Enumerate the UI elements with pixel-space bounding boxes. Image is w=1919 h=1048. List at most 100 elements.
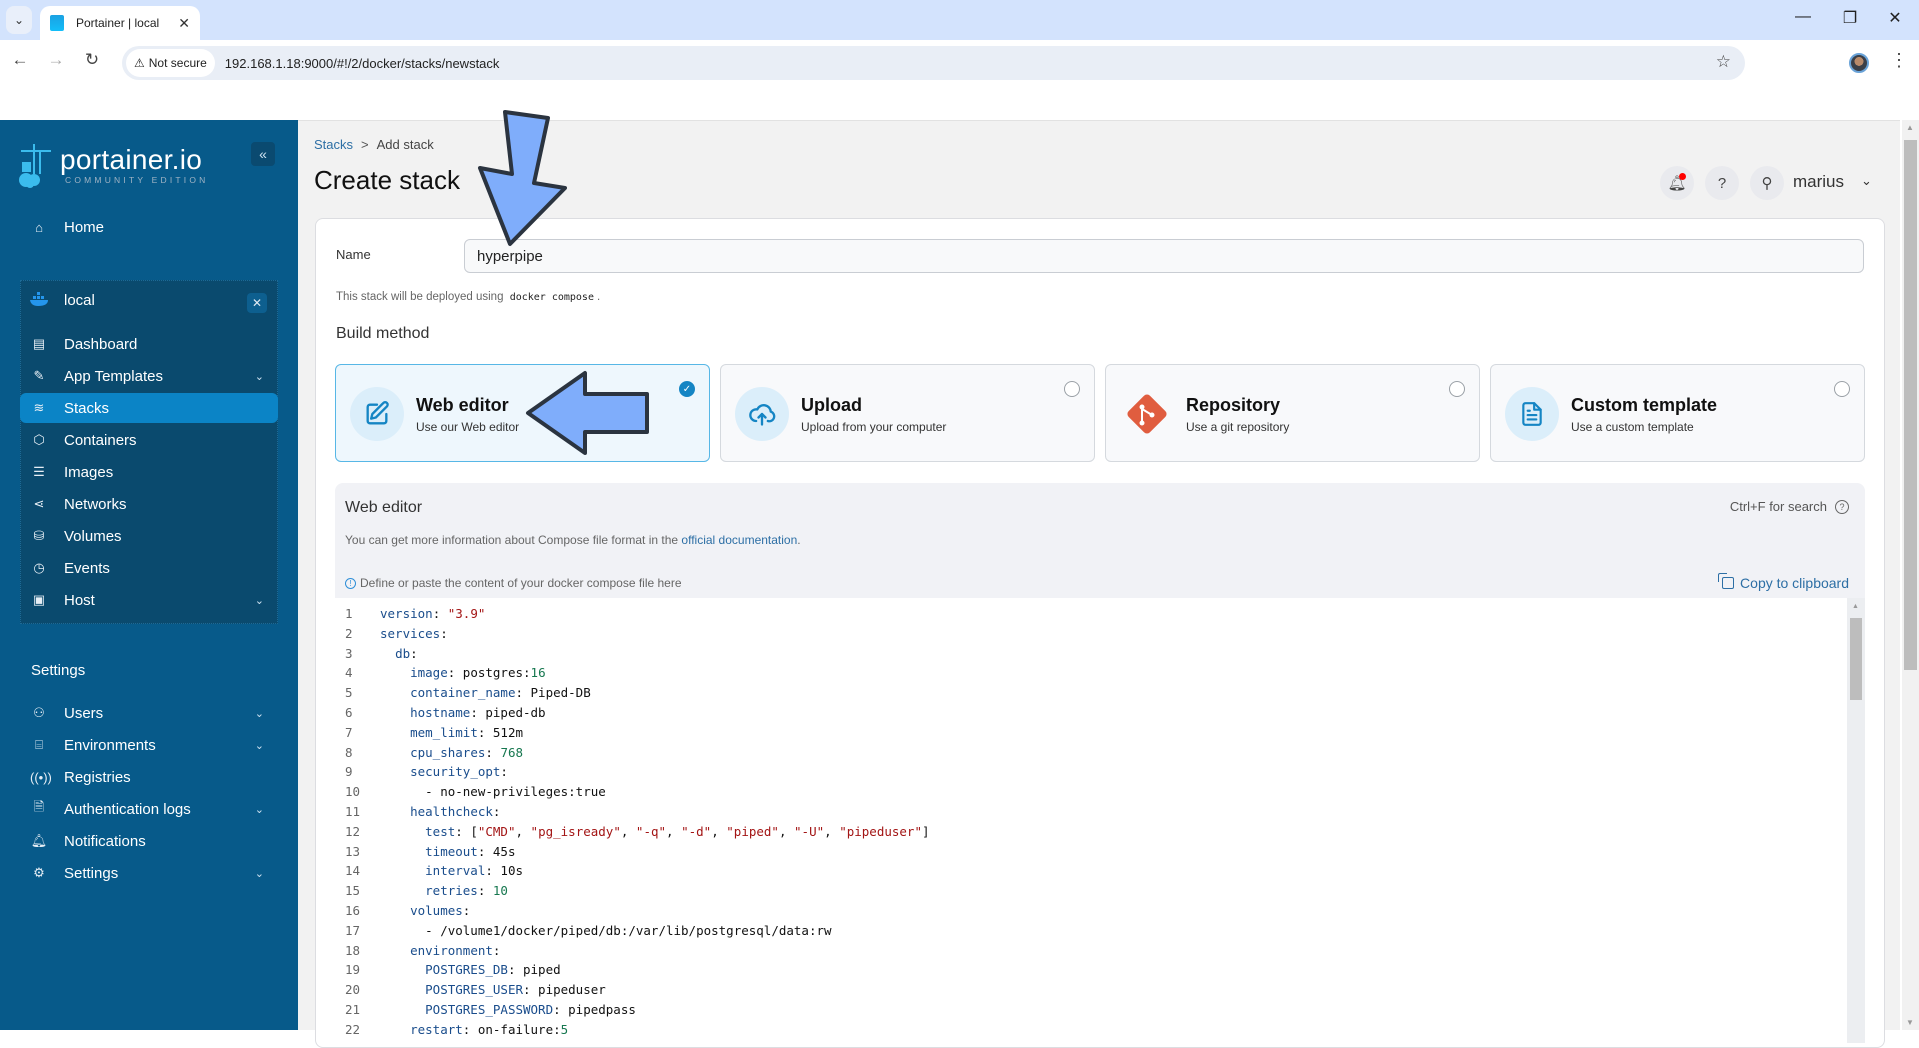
copy-label: Copy to clipboard <box>1740 575 1849 591</box>
breadcrumb-stacks-link[interactable]: Stacks <box>314 137 353 152</box>
copy-to-clipboard-button[interactable]: Copy to clipboard <box>1718 573 1849 591</box>
sidebar-item-networks[interactable]: ⋖ Networks <box>20 489 278 519</box>
deploy-note-code: docker compose <box>509 292 594 303</box>
sidebar-item-app-templates[interactable]: ✎ App Templates ⌄ <box>20 361 278 391</box>
reload-icon[interactable]: ↻ <box>80 50 104 70</box>
line-content: image: postgres:16 <box>410 665 546 681</box>
username[interactable]: marius <box>1793 172 1844 192</box>
deploy-note-text: This stack will be deployed using <box>336 291 504 303</box>
users-icon: ⚇ <box>33 705 45 720</box>
list-icon: ☰ <box>33 464 45 479</box>
scroll-up-icon[interactable]: ▲ <box>1906 123 1914 132</box>
chevron-down-icon[interactable]: ⌄ <box>255 867 264 880</box>
chevron-down-icon[interactable]: ⌄ <box>255 370 264 383</box>
bookmark-star-icon[interactable]: ☆ <box>1716 52 1731 72</box>
sidebar-item-label: Dashboard <box>64 335 138 353</box>
scroll-up-icon[interactable]: ▲ <box>1852 603 1859 610</box>
build-method-title: Web editor <box>416 395 509 415</box>
sidebar-item-dashboard[interactable]: ▤ Dashboard <box>20 329 278 359</box>
radio-checked-icon[interactable]: ✓ <box>679 381 695 397</box>
restore-icon[interactable]: ❐ <box>1835 8 1865 28</box>
help-circle-icon[interactable]: ? <box>1835 499 1849 514</box>
portainer-logo[interactable]: portainer.io COMMUNITY EDITION <box>18 142 209 188</box>
sidebar-item-images[interactable]: ☰ Images <box>20 457 278 487</box>
code-line: 13 timeout: 45s <box>335 842 1847 862</box>
line-content: retries: 10 <box>425 883 508 899</box>
security-label: Not secure <box>148 56 207 70</box>
page-scrollbar[interactable]: ▲ ▼ <box>1902 120 1919 1030</box>
line-number: 11 <box>345 803 361 819</box>
code-line: 9 security_opt: <box>335 762 1847 782</box>
sidebar-item-volumes[interactable]: ⛁ Volumes <box>20 521 278 551</box>
portainer-crane-icon <box>18 142 52 188</box>
close-window-icon[interactable]: ✕ <box>1880 8 1910 28</box>
forward-icon[interactable]: → <box>44 50 68 70</box>
compose-code-editor[interactable]: 1 version: "3.9" 2 services: 3 db: 4 image: p… <box>335 598 1847 1043</box>
chevron-down-icon[interactable]: ⌄ <box>255 803 264 816</box>
user-menu-button[interactable]: ⚲ <box>1750 166 1784 200</box>
line-content: hostname: piped-db <box>410 704 546 720</box>
minimize-icon[interactable]: — <box>1788 8 1818 26</box>
notifications-button[interactable]: 🔔︎ <box>1660 166 1694 200</box>
build-method-custom-template[interactable]: Custom template Use a custom template <box>1490 364 1865 462</box>
breadcrumb-separator: > <box>361 137 369 152</box>
environment-header[interactable]: local <box>20 285 278 315</box>
line-number: 10 <box>345 784 361 800</box>
sidebar-item-label: Registries <box>64 768 131 786</box>
sidebar-item-settings[interactable]: ⚙ Settings ⌄ <box>20 858 278 888</box>
radio-unchecked-icon[interactable] <box>1449 381 1465 397</box>
editor-scroll-thumb[interactable] <box>1850 618 1862 700</box>
sidebar-item-label: Events <box>64 559 110 577</box>
sidebar-item-stacks[interactable]: ≋ Stacks <box>20 393 278 423</box>
sidebar-item-notifications[interactable]: 🔔︎ Notifications <box>20 826 278 856</box>
copy-icon <box>1718 573 1735 589</box>
sidebar-item-authentication-logs[interactable]: 🗎 Authentication logs ⌄ <box>20 794 278 824</box>
scroll-down-icon[interactable]: ▼ <box>1906 1018 1914 1027</box>
help-button[interactable]: ? <box>1705 166 1739 200</box>
stack-name-input[interactable] <box>464 239 1864 273</box>
gear-icon: ⚙ <box>33 865 45 880</box>
editor-scrollbar[interactable]: ▲ <box>1847 598 1865 1043</box>
page-scroll-thumb[interactable] <box>1904 140 1917 670</box>
radio-unchecked-icon[interactable] <box>1834 381 1850 397</box>
collapse-sidebar-button[interactable]: « <box>251 142 275 166</box>
close-tab-icon[interactable]: ✕ <box>178 15 190 32</box>
line-content: test: ["CMD", "pg_isready", "-q", "-d", … <box>425 823 930 839</box>
sidebar-item-home[interactable]: ⌂ Home <box>20 212 278 242</box>
sidebar-item-environments[interactable]: ⌸ Environments ⌄ <box>20 730 278 760</box>
sidebar-item-users[interactable]: ⚇ Users ⌄ <box>20 698 278 728</box>
back-icon[interactable]: ← <box>8 50 32 70</box>
chevron-down-icon[interactable]: ⌄ <box>255 739 264 752</box>
build-method-upload[interactable]: Upload Upload from your computer <box>720 364 1095 462</box>
sidebar-item-events[interactable]: ◷ Events <box>20 553 278 583</box>
sidebar-item-host[interactable]: ▣ Host ⌄ <box>20 585 278 615</box>
browser-menu-icon[interactable]: ⋮ <box>1890 50 1908 71</box>
profile-avatar[interactable] <box>1849 53 1869 73</box>
chevron-down-icon[interactable]: ⌄ <box>1861 173 1872 189</box>
sidebar-item-containers[interactable]: ⬡ Containers <box>20 425 278 455</box>
code-line: 5 container_name: Piped-DB <box>335 683 1847 703</box>
tab-search-button[interactable]: ⌄ <box>6 6 32 34</box>
share-icon: ⋖ <box>33 496 45 511</box>
sidebar-item-registries[interactable]: ((•)) Registries <box>20 762 278 792</box>
build-method-web-editor[interactable]: Web editor Use our Web editor ✓ <box>335 364 710 462</box>
radio-unchecked-icon[interactable] <box>1064 381 1080 397</box>
settings-section-header: Settings <box>31 662 86 679</box>
url-text[interactable]: 192.168.1.18:9000/#!/2/docker/stacks/new… <box>225 56 500 71</box>
bell-icon: 🔔︎ <box>30 833 48 848</box>
sidebar-item-label: Host <box>64 591 95 609</box>
code-line: 14 interval: 10s <box>335 861 1847 881</box>
code-line: 1 version: "3.9" <box>335 604 1847 624</box>
chevron-down-icon[interactable]: ⌄ <box>255 594 264 607</box>
host-icon: ▣ <box>32 592 46 607</box>
build-method-title: Upload <box>801 395 862 415</box>
browser-tab[interactable]: Portainer | local ✕ <box>40 6 200 40</box>
git-icon <box>1120 387 1174 441</box>
chevron-down-icon[interactable]: ⌄ <box>255 707 264 720</box>
security-chip[interactable]: ⚠ Not secure <box>126 49 215 77</box>
code-line: 15 retries: 10 <box>335 881 1847 901</box>
build-method-repository[interactable]: Repository Use a git repository <box>1105 364 1480 462</box>
edit-icon <box>350 387 404 441</box>
address-bar[interactable]: ⚠ Not secure 192.168.1.18:9000/#!/2/dock… <box>122 46 1745 80</box>
official-documentation-link[interactable]: official documentation <box>681 533 797 547</box>
